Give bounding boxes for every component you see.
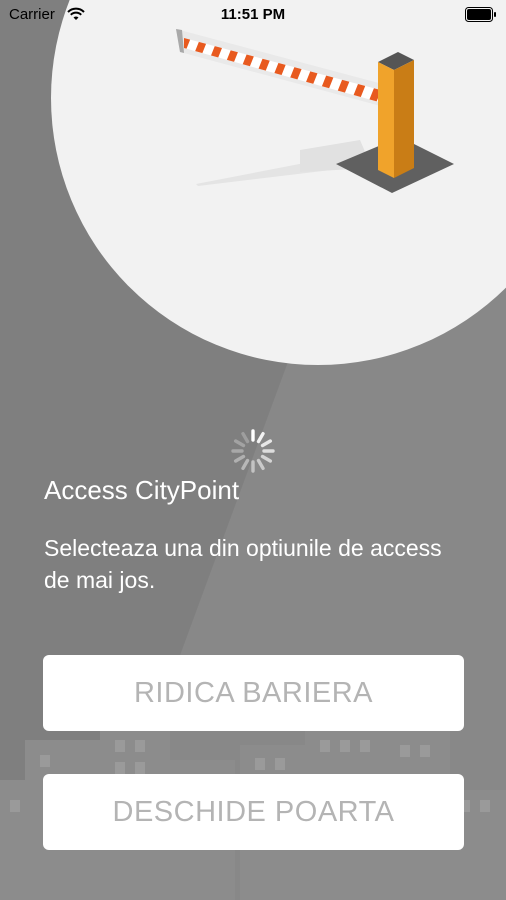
page-title: Access CityPoint [44, 475, 240, 505]
open-gate-button[interactable]: DESCHIDE POARTA [43, 774, 464, 850]
spinner-icon [231, 429, 275, 473]
illustration-circle [51, 0, 506, 365]
raise-barrier-button[interactable]: RIDICA BARIERA [43, 655, 464, 731]
page-subtitle: Selecteaza una din optiunile de access d… [44, 535, 442, 593]
status-time: 11:51 PM [220, 6, 286, 23]
barrier-post [378, 52, 414, 178]
battery-icon [465, 7, 496, 22]
status-bar: Carrier 11:51 PM [0, 0, 506, 30]
